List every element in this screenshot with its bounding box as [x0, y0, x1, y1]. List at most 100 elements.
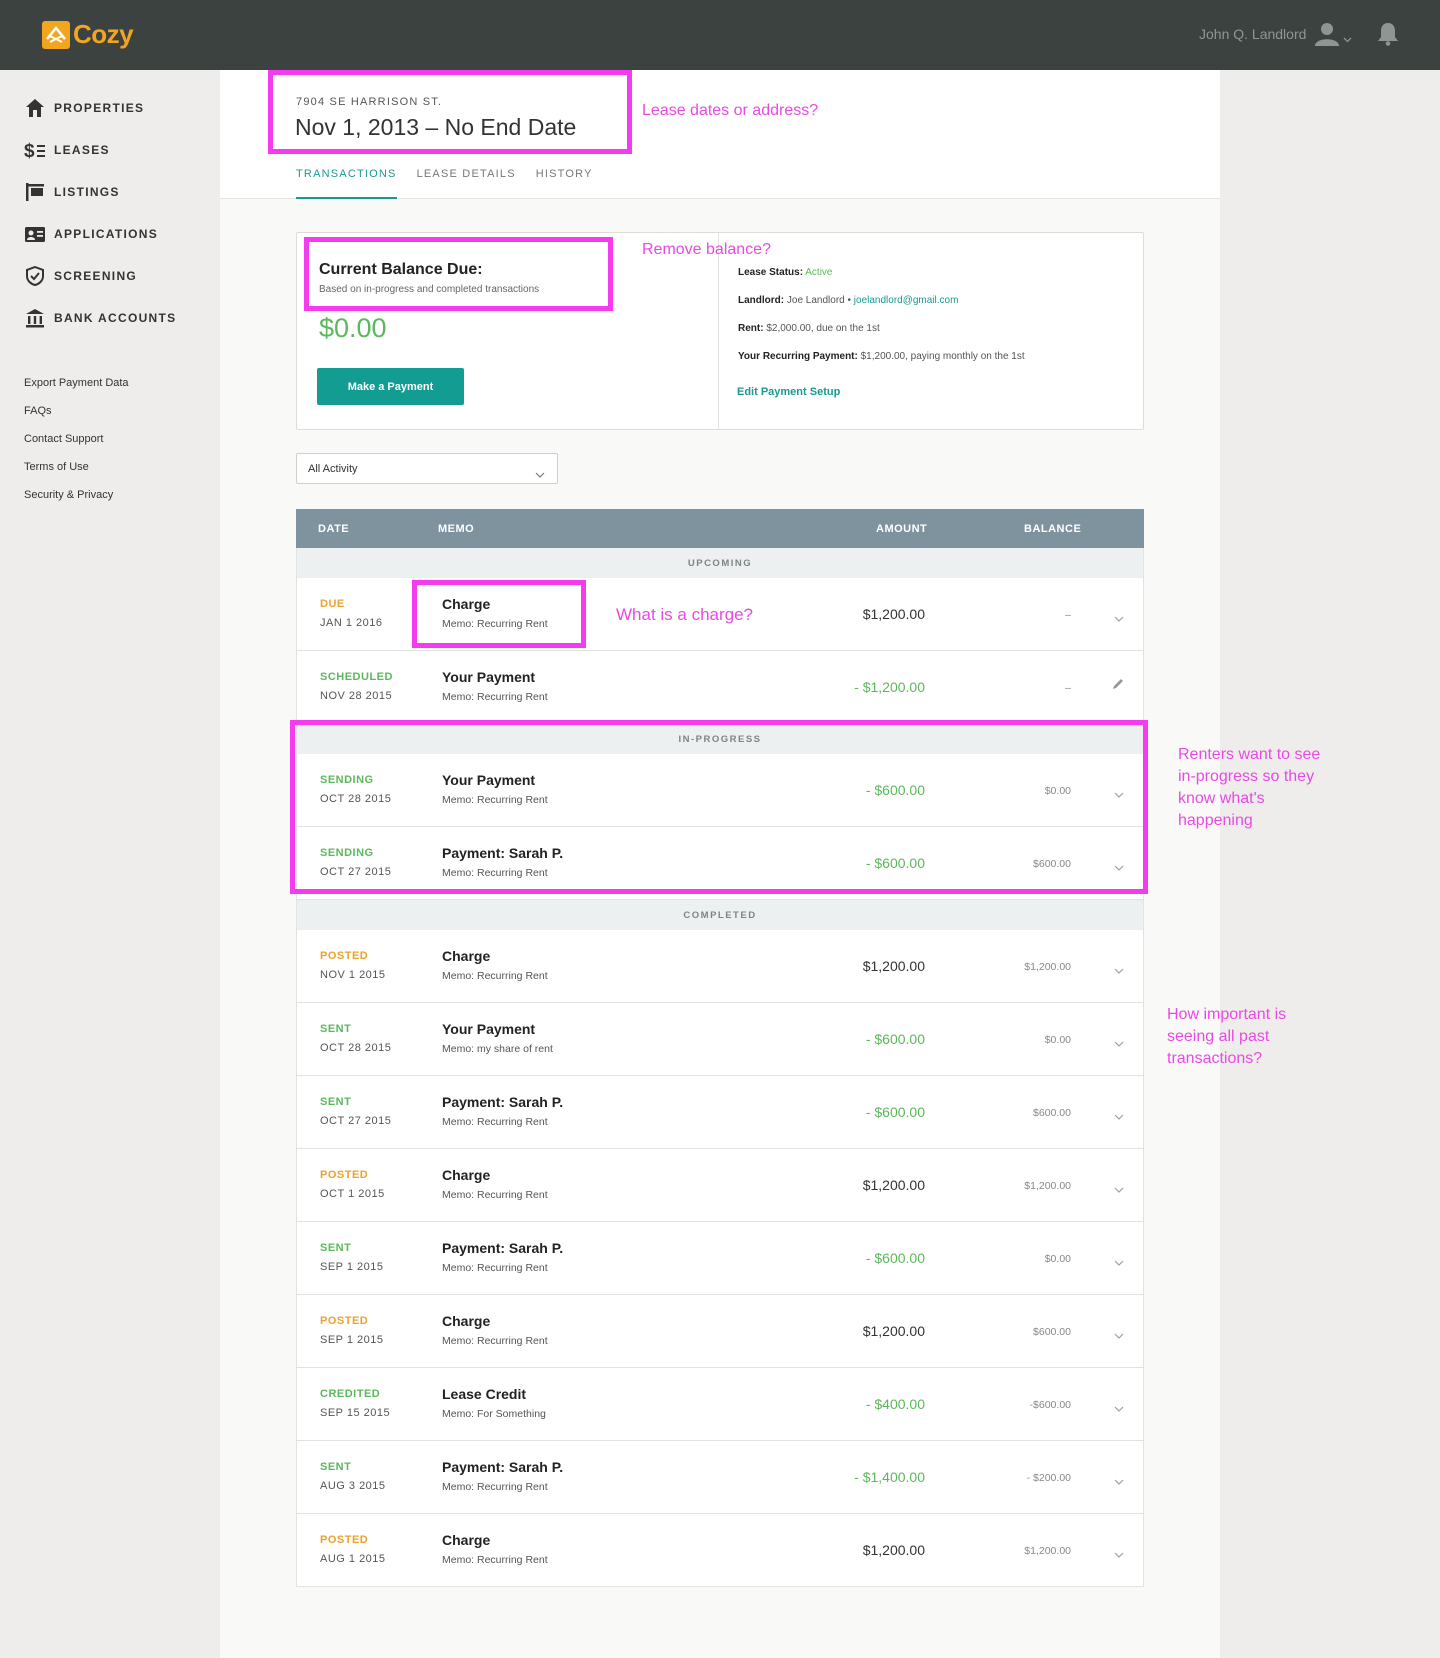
transaction-date: SEP 15 2015 [320, 1407, 391, 1419]
lease-status-line: Lease Status: Active [738, 267, 833, 278]
chevron-down-icon[interactable] [1114, 609, 1124, 627]
status-label: CREDITED [320, 1388, 381, 1400]
cozy-logo[interactable]: Cozy [42, 19, 134, 50]
tab-history[interactable]: HISTORY [536, 168, 593, 199]
table-row[interactable]: SENT SEP 1 2015 Payment: Sarah P. Memo: Rec… [296, 1222, 1144, 1295]
sidebar-item-properties[interactable]: PROPERTIES [24, 97, 144, 119]
annotation-line: seeing all past [1167, 1028, 1270, 1045]
status-label: SENT [320, 1461, 352, 1473]
table-row[interactable]: CREDITED SEP 15 2015 Lease Credit Memo: For… [296, 1368, 1144, 1441]
table-row[interactable]: SCHEDULED NOV 28 2015 Your Payment Memo: Re… [296, 651, 1144, 724]
terms-of-use-link[interactable]: Terms of Use [24, 461, 89, 473]
sidebar-item-listings[interactable]: LISTINGS [24, 181, 120, 203]
transaction-memo: Memo: Recurring Rent [442, 1262, 548, 1274]
column-header-date: DATE [318, 523, 350, 535]
transaction-title: Charge [442, 1167, 491, 1183]
user-avatar-icon[interactable] [1314, 22, 1340, 51]
contact-support-link[interactable]: Contact Support [24, 433, 104, 445]
transaction-date: SEP 1 2015 [320, 1334, 384, 1346]
transaction-amount: - $600.00 [865, 1104, 925, 1120]
rent-label: Rent: [738, 323, 764, 334]
transaction-title: Payment: Sarah P. [442, 1240, 564, 1256]
house-icon [24, 97, 46, 119]
table-row[interactable]: POSTED NOV 1 2015 Charge Memo: Recurring Re… [296, 930, 1144, 1003]
section-header-completed: COMPLETED [296, 900, 1144, 930]
chevron-down-icon[interactable] [1114, 1399, 1124, 1417]
status-label: SCHEDULED [320, 671, 393, 683]
transaction-amount: - $600.00 [865, 1031, 925, 1047]
transaction-amount: - $600.00 [865, 1250, 925, 1266]
transaction-amount: - $1,400.00 [854, 1469, 925, 1485]
activity-filter-select[interactable]: All Activity [296, 453, 558, 484]
transaction-amount: - $400.00 [865, 1396, 925, 1412]
chevron-down-icon[interactable] [1114, 1472, 1124, 1490]
landlord-label: Landlord: [738, 295, 785, 306]
chevron-down-icon[interactable] [1114, 961, 1124, 979]
transaction-balance: $1,200.00 [1024, 1180, 1071, 1192]
transaction-balance: - $200.00 [1026, 1472, 1071, 1484]
rent-line: Rent: $2,000.00, due on the 1st [738, 323, 880, 334]
annotation-note-in-progress: Renters want to see in-progress so they … [1178, 744, 1320, 832]
transaction-memo: Memo: Recurring Rent [442, 618, 548, 630]
make-payment-button[interactable]: Make a Payment [317, 368, 464, 405]
table-row[interactable]: SENDING OCT 28 2015 Your Payment Memo: Recu… [296, 754, 1144, 827]
transaction-date: OCT 28 2015 [320, 793, 392, 805]
balance-amount: $0.00 [319, 313, 387, 343]
annotation-line: transactions? [1167, 1050, 1263, 1067]
filter-value: All Activity [308, 463, 358, 475]
main-content: 7904 SE HARRISON ST. Nov 1, 2013 – No En… [220, 70, 1220, 1658]
chevron-down-icon[interactable] [1114, 1107, 1124, 1125]
chevron-down-icon[interactable] [1114, 785, 1124, 803]
table-row[interactable]: SENT OCT 27 2015 Payment: Sarah P. Memo: Re… [296, 1076, 1144, 1149]
tab-transactions[interactable]: TRANSACTIONS [296, 168, 397, 199]
sidebar-item-bank-accounts[interactable]: BANK ACCOUNTS [24, 307, 176, 329]
chevron-down-icon[interactable] [1114, 1326, 1124, 1344]
bell-icon[interactable] [1378, 22, 1398, 51]
table-row[interactable]: POSTED OCT 1 2015 Charge Memo: Recurring Re… [296, 1149, 1144, 1222]
export-payment-data-link[interactable]: Export Payment Data [24, 377, 129, 389]
edit-payment-setup-link[interactable]: Edit Payment Setup [737, 386, 840, 398]
chevron-down-icon[interactable] [1114, 1545, 1124, 1563]
annotation-note-charge: What is a charge? [616, 605, 754, 624]
table-row[interactable]: SENDING OCT 27 2015 Payment: Sarah P. Memo:… [296, 827, 1144, 900]
status-label: SENDING [320, 847, 374, 859]
status-label: SENT [320, 1023, 352, 1035]
chevron-down-icon[interactable] [1114, 1180, 1124, 1198]
chevron-down-icon[interactable] [1114, 858, 1124, 876]
annotation-line: know what's [1178, 790, 1265, 807]
table-row[interactable]: POSTED AUG 1 2015 Charge Memo: Recurring Re… [296, 1514, 1144, 1587]
transaction-memo: Memo: Recurring Rent [442, 1481, 548, 1493]
security-privacy-link[interactable]: Security & Privacy [24, 489, 113, 501]
tab-lease-details[interactable]: LEASE DETAILS [417, 168, 516, 199]
landlord-value: Joe Landlord • [786, 295, 851, 306]
transaction-memo: Memo: For Something [442, 1408, 546, 1420]
transaction-title: Your Payment [442, 772, 536, 788]
balance-card: Current Balance Due: Based on in-progres… [296, 232, 1144, 430]
chevron-down-icon[interactable] [1114, 1253, 1124, 1271]
id-card-icon [24, 223, 46, 245]
transaction-balance: $1,200.00 [1024, 1545, 1071, 1557]
section-header-in-progress: IN-PROGRESS [296, 724, 1144, 754]
chevron-down-icon[interactable] [1114, 1034, 1124, 1052]
transaction-balance: $1,200.00 [1024, 961, 1071, 973]
transaction-memo: Memo: my share of rent [442, 1043, 553, 1055]
lease-status-label: Lease Status: [738, 267, 804, 278]
chevron-down-icon[interactable] [1343, 30, 1352, 48]
transaction-date: OCT 27 2015 [320, 1115, 392, 1127]
sidebar-item-screening[interactable]: SCREENING [24, 265, 137, 287]
sidebar-item-applications[interactable]: APPLICATIONS [24, 223, 158, 245]
sidebar-item-label: APPLICATIONS [54, 227, 159, 241]
landlord-email-link[interactable]: joelandlord@gmail.com [854, 295, 959, 306]
recurring-payment-label: Your Recurring Payment: [738, 351, 858, 362]
table-row[interactable]: POSTED SEP 1 2015 Charge Memo: Recurring Re… [296, 1295, 1144, 1368]
table-row[interactable]: SENT AUG 3 2015 Payment: Sarah P. Memo: Rec… [296, 1441, 1144, 1514]
table-row[interactable]: SENT OCT 28 2015 Your Payment Memo: my shar… [296, 1003, 1144, 1076]
lease-tabs: TRANSACTIONS LEASE DETAILS HISTORY [296, 168, 613, 199]
status-label: SENT [320, 1096, 352, 1108]
sidebar-item-leases[interactable]: $ LEASES [24, 139, 110, 161]
sidebar-item-label: PROPERTIES [54, 101, 145, 115]
user-name[interactable]: John Q. Landlord [1199, 26, 1306, 42]
pencil-icon[interactable] [1111, 677, 1125, 696]
faqs-link[interactable]: FAQs [24, 405, 52, 417]
balance-subtitle: Based on in-progress and completed trans… [319, 284, 540, 295]
